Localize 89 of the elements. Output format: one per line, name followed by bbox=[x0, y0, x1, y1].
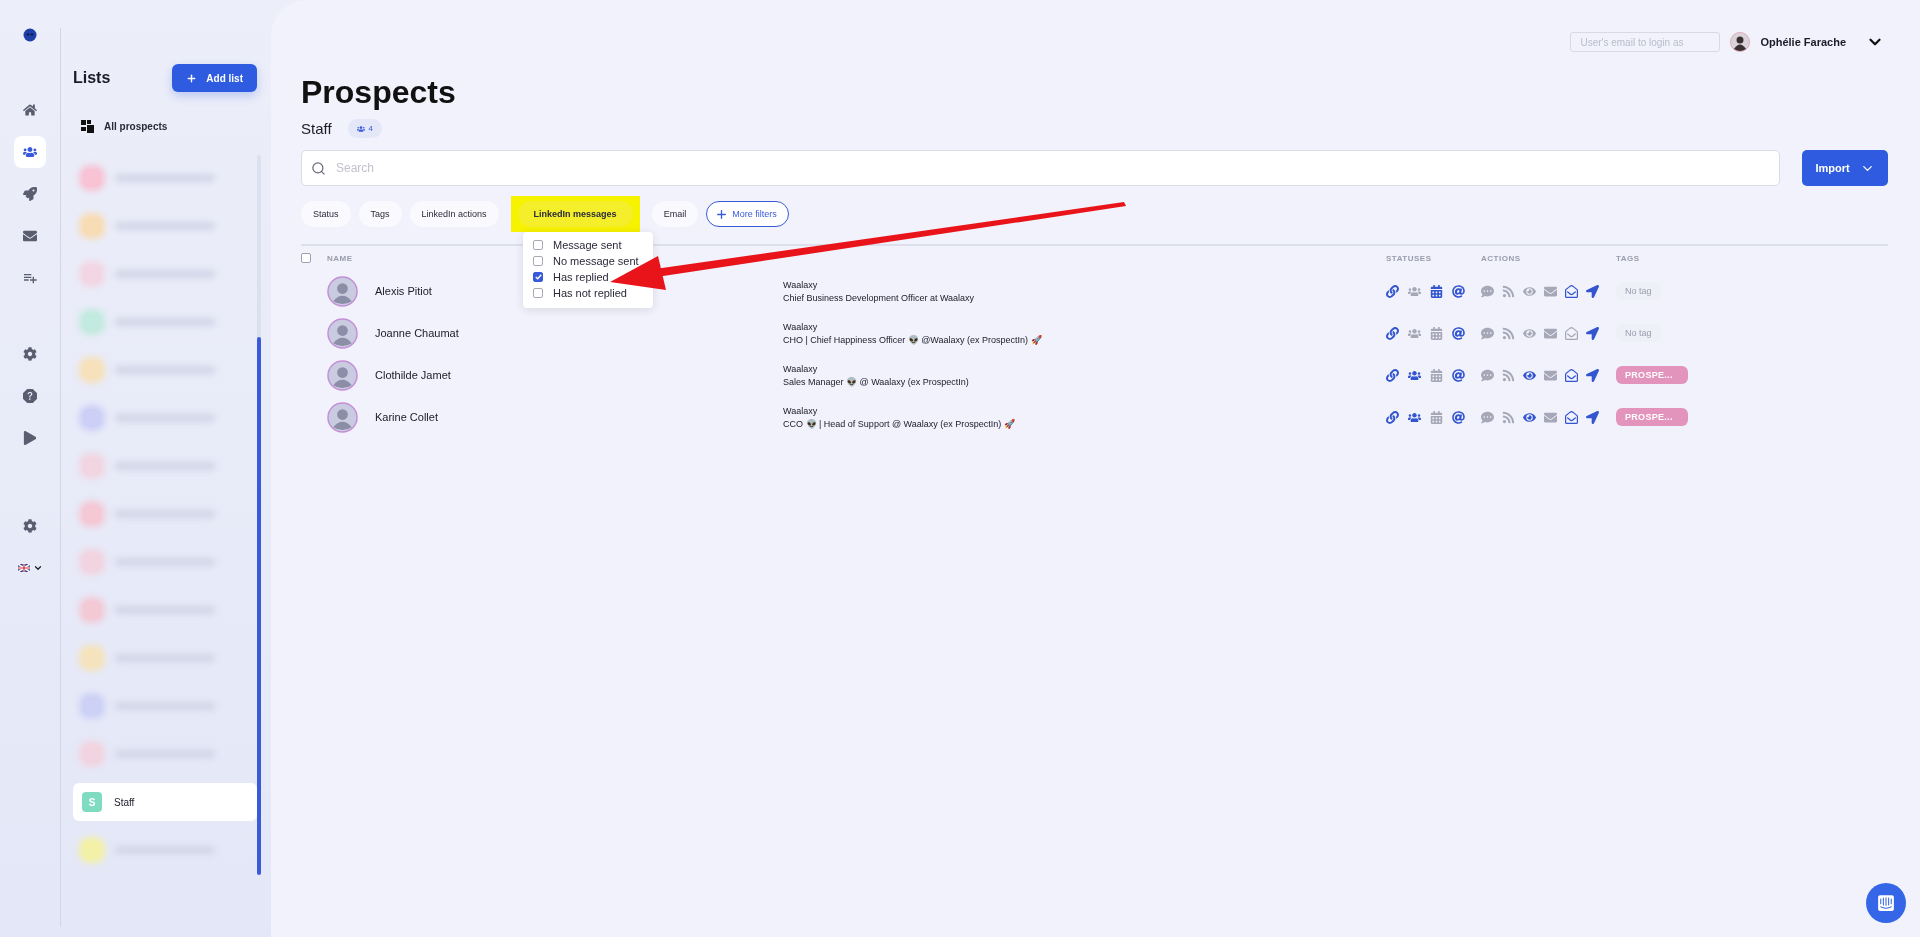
import-button[interactable]: Import bbox=[1802, 150, 1888, 186]
mail-icon[interactable] bbox=[1544, 368, 1557, 382]
avatar bbox=[327, 275, 358, 307]
play-icon bbox=[23, 431, 37, 445]
company-name: Waalaxy bbox=[783, 363, 819, 374]
checkbox[interactable] bbox=[533, 256, 543, 266]
filter-chip[interactable]: Tags bbox=[358, 201, 402, 227]
prospect-name[interactable]: Clothilde Jamet bbox=[375, 369, 451, 381]
settings-icon bbox=[23, 519, 37, 533]
company-name: Waalaxy bbox=[783, 405, 819, 416]
eye-icon[interactable] bbox=[1523, 410, 1536, 424]
mail-icon bbox=[23, 229, 37, 243]
chevron-down-icon bbox=[32, 563, 43, 573]
lists-title: Lists bbox=[73, 69, 111, 87]
plus-icon bbox=[186, 72, 198, 84]
add-list-button[interactable]: Add list bbox=[172, 64, 257, 92]
chat-button[interactable] bbox=[1866, 883, 1906, 923]
prospect-name[interactable]: Karine Collet bbox=[375, 411, 438, 423]
page-title: Prospects bbox=[301, 74, 457, 111]
list-initial: S bbox=[82, 792, 102, 812]
chat-icon bbox=[1877, 894, 1895, 912]
avatar bbox=[327, 401, 358, 433]
rss-icon[interactable] bbox=[1502, 326, 1515, 340]
search-icon bbox=[311, 161, 326, 176]
home-icon bbox=[23, 103, 37, 117]
filter-chip[interactable]: LinkedIn actions bbox=[409, 201, 499, 227]
paper-plane-icon[interactable] bbox=[1586, 368, 1599, 382]
scrollbar-track[interactable] bbox=[257, 155, 261, 875]
paper-plane-icon[interactable] bbox=[1586, 284, 1599, 298]
job-headline: CHO | Chief Happiness Officer 👽 @Waalaxy (ex ProspectIn) 🚀 bbox=[783, 334, 1043, 345]
logo-icon[interactable] bbox=[23, 28, 37, 42]
rss-icon[interactable] bbox=[1502, 368, 1515, 382]
prospect-name[interactable]: Joanne Chaumat bbox=[375, 327, 459, 339]
column-header: ACTIONS bbox=[1481, 253, 1522, 263]
plus-icon bbox=[715, 207, 729, 221]
rss-icon[interactable] bbox=[1502, 284, 1515, 298]
open-mail-icon[interactable] bbox=[1565, 410, 1578, 424]
company-name: Waalaxy bbox=[783, 279, 819, 290]
open-mail-icon[interactable] bbox=[1565, 284, 1578, 298]
filter-option[interactable]: No message sent bbox=[533, 254, 639, 268]
paper-plane-icon[interactable] bbox=[1586, 326, 1599, 340]
filter-option[interactable]: Has not replied bbox=[533, 286, 627, 300]
filter-option[interactable]: Has replied bbox=[533, 270, 609, 284]
avatar bbox=[327, 317, 358, 349]
filter-chip[interactable]: Status bbox=[301, 201, 351, 227]
select-all-checkbox[interactable] bbox=[301, 253, 311, 263]
filter-chip[interactable]: LinkedIn messages bbox=[517, 201, 633, 227]
job-headline: Chief Business Development Officer at Waalaxy bbox=[783, 292, 976, 303]
prospect-name[interactable]: Alexis Pitiot bbox=[375, 285, 432, 297]
comment-icon[interactable] bbox=[1481, 284, 1494, 298]
filter-chip[interactable]: Email bbox=[651, 201, 699, 227]
checkbox[interactable] bbox=[533, 240, 543, 250]
user-avatar[interactable] bbox=[1730, 32, 1751, 52]
all-prospects-item[interactable]: All prospects bbox=[73, 120, 257, 133]
comment-icon[interactable] bbox=[1481, 368, 1494, 382]
checkbox[interactable] bbox=[533, 288, 543, 298]
nav-button[interactable] bbox=[14, 136, 46, 168]
paper-plane-icon[interactable] bbox=[1586, 410, 1599, 424]
open-mail-icon[interactable] bbox=[1565, 368, 1578, 382]
list-name: Staff bbox=[114, 796, 135, 808]
comment-icon[interactable] bbox=[1481, 410, 1494, 424]
mail-icon[interactable] bbox=[1544, 410, 1557, 424]
help-icon bbox=[23, 389, 37, 403]
rss-icon[interactable] bbox=[1502, 410, 1515, 424]
job-headline: Sales Manager 👽 @ Waalaxy (ex ProspectIn) bbox=[783, 376, 970, 387]
column-header: TAGS bbox=[1616, 253, 1641, 263]
checkbox[interactable] bbox=[533, 272, 543, 282]
mail-icon[interactable] bbox=[1544, 326, 1557, 340]
job-headline: CCO 👽 | Head of Support @ Waalaxy (ex ProspectIn) 🚀 bbox=[783, 418, 1016, 429]
column-header: STATUSES bbox=[1386, 253, 1433, 263]
list-name: Staff bbox=[301, 120, 332, 137]
eye-icon[interactable] bbox=[1523, 368, 1536, 382]
scrollbar-thumb[interactable] bbox=[257, 337, 261, 875]
avatar bbox=[327, 359, 358, 391]
more-filters-button[interactable]: More filters bbox=[706, 201, 789, 227]
company-name: Waalaxy bbox=[783, 321, 819, 332]
list-item[interactable]: S Staff bbox=[73, 783, 257, 821]
prospect-count-badge: 4 bbox=[347, 119, 383, 138]
grid-icon bbox=[81, 120, 94, 133]
settings-icon bbox=[23, 347, 37, 361]
comment-icon[interactable] bbox=[1481, 326, 1494, 340]
rocket-icon bbox=[23, 187, 37, 201]
flag-icon bbox=[17, 564, 30, 572]
filter-option[interactable]: Message sent bbox=[533, 238, 622, 252]
user-name[interactable]: Ophélie Farache bbox=[1760, 36, 1846, 48]
mail-icon[interactable] bbox=[1544, 284, 1557, 298]
people-icon bbox=[23, 145, 37, 159]
search-field[interactable]: Search bbox=[301, 150, 1780, 186]
column-header: NAME bbox=[327, 253, 353, 263]
